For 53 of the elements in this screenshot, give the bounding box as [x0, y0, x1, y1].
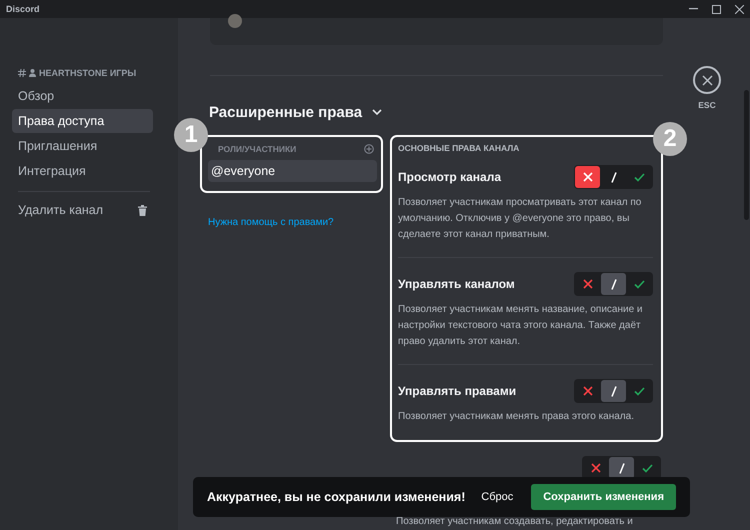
help-link[interactable]: Нужна помощь с правами?	[208, 217, 383, 228]
permission-description: Позволяет участникам менять название, описание и настройки текстового чата этого канала. Также даёт право удалить этот канал.	[398, 303, 644, 349]
permission-title: Управлять каналом	[398, 277, 515, 291]
permission-description: Позволяет участникам просматривать этот канал по умолчанию. Отключив у @everyone это право, вы сделаете этот канал приватным.	[398, 196, 642, 242]
sidebar-item[interactable]: Обзор	[12, 84, 153, 108]
maximize-icon[interactable]	[712, 4, 721, 14]
roles-header: РОЛИ/УЧАСТНИКИ	[218, 144, 296, 154]
chevron-icon[interactable]	[372, 109, 382, 116]
permission-title: Просмотр канала	[398, 170, 501, 184]
reset-button[interactable]: Сброс	[477, 487, 518, 507]
delete-channel-item[interactable]: Удалить канал	[18, 203, 104, 217]
close-icon[interactable]	[735, 4, 744, 14]
permission-description: Позволяет участникам менять права этого канала.	[398, 410, 635, 424]
save-button[interactable]: Сохранить изменения	[531, 484, 676, 510]
slash-icon	[610, 172, 616, 182]
channel-name: HEARTHSTONE ИГРЫ	[39, 68, 136, 78]
esc-label: ESC	[698, 100, 716, 110]
sidebar-item[interactable]: Права доступа	[12, 109, 153, 133]
slash-icon	[618, 462, 624, 474]
trash-icon[interactable]	[138, 204, 147, 216]
check-icon	[634, 172, 645, 182]
neutral-toggle[interactable]	[601, 273, 626, 295]
callout-marker: 1	[174, 118, 208, 152]
neutral-toggle[interactable]	[601, 380, 626, 402]
sidebar-item[interactable]: Приглашения	[12, 134, 153, 158]
permission-title: Управлять правами	[398, 384, 516, 398]
deny-icon	[590, 463, 600, 473]
neutral-toggle[interactable]	[609, 457, 634, 479]
deny-toggle[interactable]	[575, 166, 600, 188]
add-icon[interactable]	[364, 144, 374, 154]
minimize-icon[interactable]	[689, 8, 698, 10]
deny-icon	[582, 172, 592, 182]
section-title: Расширенные права	[209, 104, 362, 121]
hash-icon	[18, 69, 26, 77]
window-title: Discord	[6, 4, 40, 14]
permission-description: Позволяет участникам создавать, редактировать и	[396, 515, 634, 529]
deny-icon	[582, 279, 592, 289]
avatar	[228, 14, 242, 28]
unsaved-message: Аккуратнее, вы не сохранили изменения!	[207, 490, 466, 504]
check-icon	[634, 280, 645, 288]
scrollbar-thumb[interactable]	[744, 90, 749, 220]
sidebar-item[interactable]: Интеграция	[12, 159, 153, 183]
slash-icon	[610, 278, 616, 290]
person-icon	[29, 69, 36, 77]
deny-icon	[582, 386, 592, 396]
slash-icon	[610, 386, 616, 396]
role-item[interactable]: @everyone	[208, 160, 377, 182]
permissions-header: ОСНОВНЫЕ ПРАВА КАНАЛА	[398, 143, 520, 153]
check-icon	[642, 464, 653, 472]
callout-marker: 2	[653, 122, 687, 156]
close-button[interactable]	[693, 66, 721, 94]
check-icon	[634, 386, 645, 396]
close-icon	[702, 74, 712, 86]
